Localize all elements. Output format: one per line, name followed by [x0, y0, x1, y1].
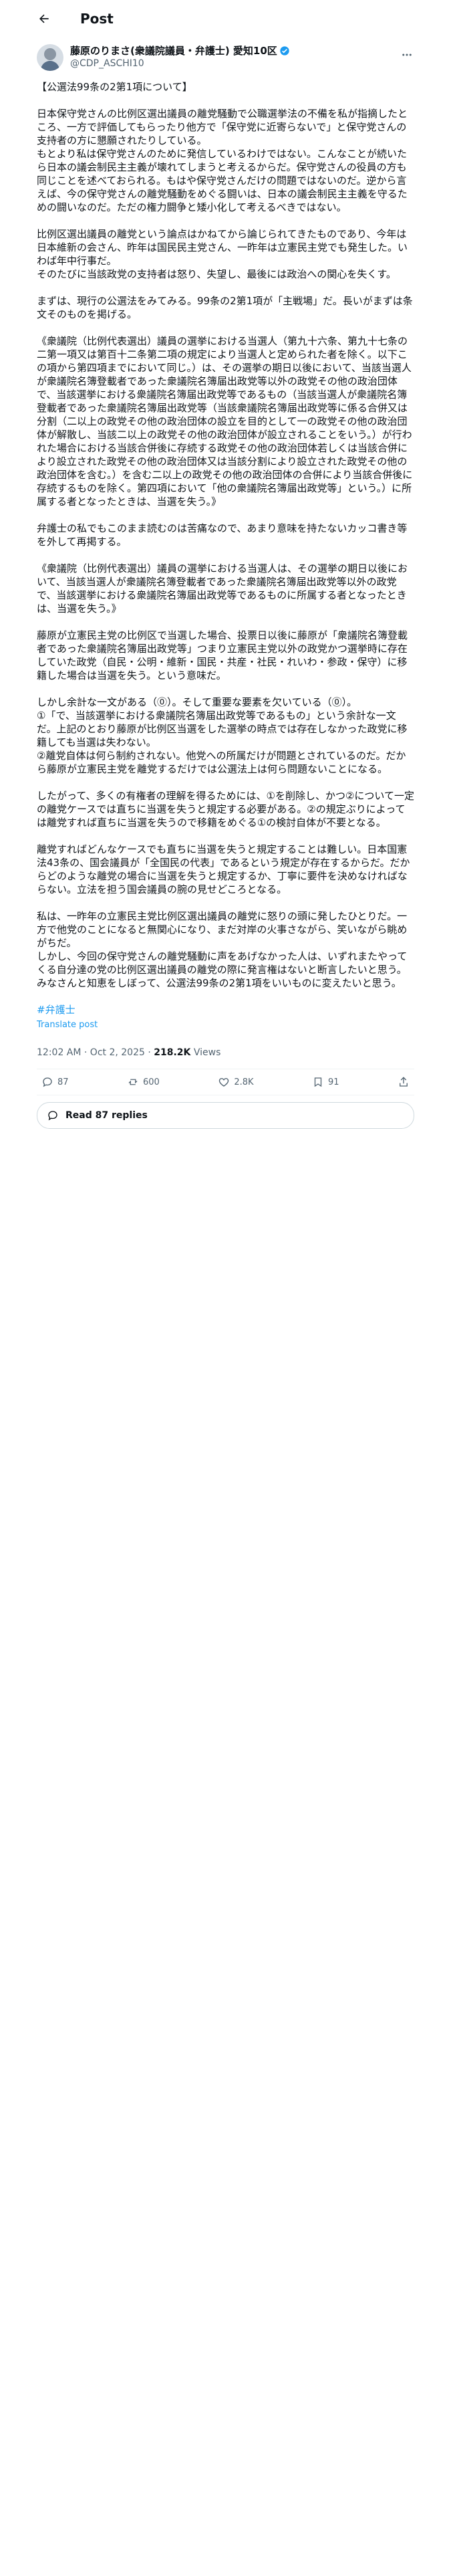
repost-button[interactable]: 600 [127, 1076, 160, 1088]
reply-count: 87 [57, 1077, 69, 1087]
post-meta: 12:02 AM · Oct 2, 2025 · 218.2K Views [0, 1046, 451, 1059]
post-paragraph: 比例区選出議員の離党という論点はかねてから論じられてきたものであり、今年は日本維… [37, 228, 408, 280]
post-paragraph: 《衆議院（比例代表選出）議員の選挙における当選人は、その選挙の期日以後において、… [37, 562, 408, 615]
share-icon [400, 1077, 408, 1087]
views-label: Views [190, 1047, 221, 1058]
read-replies-button[interactable]: Read 87 replies [37, 1102, 414, 1129]
post-paragraph: しかし余計な一文がある（⓪）。そして重要な要素を欠いている（⓪）。 ①「で、当該… [37, 696, 408, 775]
more-options-button[interactable] [400, 48, 414, 62]
verified-badge-icon [279, 45, 290, 56]
like-button[interactable]: 2.8K [218, 1076, 254, 1088]
post-paragraph: 《衆議院（比例代表選出）議員の選挙における当選人（第九十六条、第九十七条の二第一… [37, 335, 413, 508]
post-paragraph: まずは、現行の公選法をみてみる。99条の2第1項が「主戦場」だ。長いがまずは条文… [37, 295, 413, 320]
post-paragraph: 【公選法99条の2第1項について】 [37, 81, 192, 93]
repost-count: 600 [143, 1077, 160, 1087]
post-body: 【公選法99条の2第1項について】 日本保守党さんの比例区選出議員の離党騒動で公… [0, 80, 451, 1031]
share-button[interactable] [398, 1076, 410, 1088]
translate-post-link[interactable]: Translate post [37, 1019, 414, 1031]
post-paragraph: 弁護士の私でもこのまま読むのは苦痛なので、あまり意味を持たないカッコ書き等を外し… [37, 522, 408, 548]
reply-icon [43, 1077, 52, 1087]
author-handle[interactable]: @CDP_ASCHI10 [70, 58, 290, 70]
back-button[interactable] [37, 11, 51, 26]
like-count: 2.8K [234, 1077, 254, 1087]
post-timestamp[interactable]: 12:02 AM · Oct 2, 2025 · [37, 1047, 154, 1058]
reply-button[interactable]: 87 [41, 1076, 69, 1088]
page-title: Post [80, 11, 114, 27]
bookmark-icon [314, 1077, 322, 1087]
post-paragraph: したがって、多くの有権者の理解を得るためには、①を削除し、かつ②について一定の離… [37, 790, 414, 829]
post-paragraph: 日本保守党さんの比例区選出議員の離党騒動で公職選挙法の不備を私が指摘したところ、… [37, 108, 408, 213]
views-count: 218.2K [154, 1047, 191, 1058]
more-icon [402, 53, 412, 56]
arrow-left-icon [39, 14, 49, 23]
post-paragraph: 離党すればどんなケースでも直ちに当選を失うと規定することは難しい。日本国憲法43… [37, 843, 410, 895]
author-name[interactable]: 藤原のりまさ(衆議院議員・弁護士) 愛知10区 [70, 44, 277, 58]
chat-bubble-icon [48, 1111, 57, 1121]
action-bar: 87 600 2.8K 91 [0, 1069, 451, 1095]
repost-icon [128, 1079, 138, 1085]
top-bar: Post [0, 0, 451, 37]
heart-icon [219, 1078, 229, 1087]
post-header: 藤原のりまさ(衆議院議員・弁護士) 愛知10区 @CDP_ASCHI10 [0, 44, 451, 79]
hashtag-link[interactable]: #弁護士 [37, 1003, 414, 1016]
post-paragraph: 藤原が立憲民主党の比例区で当選した場合、投票日以後に藤原が「衆議院名簿登載者であ… [37, 629, 408, 681]
post-paragraph: 私は、一昨年の立憲民主党比例区選出議員の離党に怒りの頭に発したひとりだ。一方で他… [37, 910, 408, 989]
avatar[interactable] [37, 44, 63, 71]
bookmark-button[interactable]: 91 [312, 1076, 339, 1088]
bookmark-count: 91 [327, 1077, 339, 1087]
read-replies-label: Read 87 replies [65, 1110, 148, 1121]
